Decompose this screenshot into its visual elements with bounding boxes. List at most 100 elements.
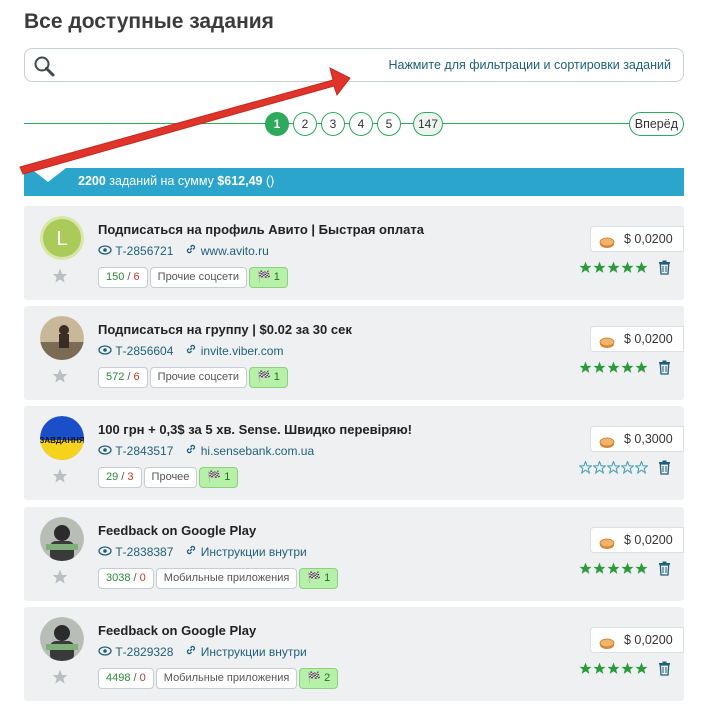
rating-star-icon [593, 562, 606, 580]
page-title: Все доступные задания [24, 10, 274, 33]
task-id: Т-2843517 [115, 443, 174, 458]
done-count: 572 [106, 371, 125, 383]
task-title[interactable]: Подписаться на группу | $0.02 за 30 сек [98, 322, 352, 337]
rating-star-icon [621, 261, 634, 279]
favorite-star-icon[interactable] [52, 268, 68, 289]
flag-count: 1 [324, 572, 331, 584]
rating-star-icon [592, 459, 607, 479]
filter-search-bar[interactable]: Нажмите для фильтрации и сортировки зада… [24, 48, 684, 82]
rating-star-icon [593, 361, 606, 379]
checkered-flag-icon: 🏁 [207, 471, 222, 483]
category-tag[interactable]: Прочие соцсети [149, 267, 247, 288]
task-card[interactable]: Feedback on Google Play Т-2829328 Инстру… [24, 607, 684, 701]
category-tag[interactable]: Мобильные приложения [155, 568, 298, 589]
trash-icon[interactable] [658, 561, 671, 581]
link-icon [185, 644, 197, 659]
search-icon [33, 55, 55, 82]
task-meta: Т-2838387 Инструкции внутри [98, 544, 307, 559]
task-link[interactable]: hi.sensebank.com.ua [201, 444, 314, 458]
summary-amount: $612,49 [217, 174, 263, 188]
flag-tag: 🏁 1 [299, 568, 339, 589]
category-tag[interactable]: Мобильные приложения [155, 668, 298, 689]
category-tag[interactable]: Прочее [143, 467, 198, 488]
favorite-star-icon[interactable] [52, 569, 68, 590]
page-last-button[interactable]: 147 [413, 112, 444, 136]
task-card[interactable]: Feedback on Google Play Т-2838387 Инстру… [24, 507, 684, 601]
avatar: ЗАВДАННЯ [40, 416, 84, 460]
checkered-flag-icon: 🏁 [256, 271, 271, 283]
rejected-count: 0 [139, 572, 146, 584]
task-title[interactable]: Feedback on Google Play [98, 623, 256, 638]
done-count: 29 [106, 471, 119, 483]
eye-icon [98, 444, 112, 458]
rating-star-icon [621, 361, 634, 379]
favorite-star-icon[interactable] [52, 669, 68, 690]
flag-tag: 🏁 1 [248, 367, 288, 388]
next-page-button[interactable]: Вперёд [628, 112, 684, 136]
task-card[interactable]: ЗАВДАННЯ 100 грн + 0,3$ за 5 хв. Sense. Ш… [24, 406, 684, 500]
checkered-flag-icon: 🏁 [256, 371, 271, 383]
stats-tag: 4498 / 0 [98, 668, 154, 689]
rating-star-icon [578, 459, 593, 479]
rating-star-icon [621, 662, 634, 680]
rejected-count: 6 [133, 371, 140, 383]
price-badge: $ 0,0200 [590, 527, 684, 553]
coin-icon [599, 433, 615, 457]
task-tags: 150 / 6 Прочие соцсети 🏁 1 [98, 267, 290, 289]
link-icon [185, 443, 197, 458]
task-link[interactable]: Инструкции внутри [201, 545, 307, 559]
rating-star-icon [635, 562, 648, 580]
rating-star-icon [593, 662, 606, 680]
stats-tag: 29 / 3 [98, 467, 142, 488]
rejected-count: 6 [133, 271, 140, 283]
trash-icon[interactable] [658, 460, 671, 480]
price-badge: $ 0,0200 [590, 226, 684, 252]
task-link[interactable]: invite.viber.com [201, 344, 284, 358]
task-id: Т-2829328 [115, 644, 174, 659]
favorite-star-icon[interactable] [52, 368, 68, 389]
trash-icon[interactable] [658, 360, 671, 380]
page-2-button[interactable]: 2 [293, 112, 317, 136]
eye-icon [98, 244, 112, 258]
page-4-button[interactable]: 4 [349, 112, 373, 136]
task-rating [578, 662, 648, 676]
summary-count: 2200 [78, 174, 106, 188]
rating-star-icon [579, 562, 592, 580]
task-title[interactable]: Feedback on Google Play [98, 523, 256, 538]
done-count: 4498 [106, 672, 131, 684]
rating-star-icon [621, 562, 634, 580]
price-badge: $ 0,3000 [590, 426, 684, 452]
page-5-button[interactable]: 5 [377, 112, 401, 136]
trash-icon[interactable] [658, 260, 671, 280]
rating-star-icon [635, 361, 648, 379]
trash-icon[interactable] [658, 661, 671, 681]
avatar-text: ЗАВДАННЯ [40, 436, 84, 445]
summary-bar: 2200 заданий на сумму $612,49 () [24, 168, 684, 196]
category-tag[interactable]: Прочие соцсети [149, 367, 247, 388]
task-id: Т-2838387 [115, 544, 174, 559]
task-title[interactable]: Подписаться на профиль Авито | Быстрая о… [98, 222, 424, 237]
task-tags: 572 / 6 Прочие соцсети 🏁 1 [98, 367, 290, 389]
rating-star-icon [635, 261, 648, 279]
task-link[interactable]: www.avito.ru [201, 244, 269, 258]
rating-star-icon [607, 662, 620, 680]
task-rating [578, 261, 648, 275]
task-title[interactable]: 100 грн + 0,3$ за 5 хв. Sense. Швидко пе… [98, 422, 412, 437]
favorite-star-icon[interactable] [52, 468, 68, 489]
task-link[interactable]: Инструкции внутри [201, 645, 307, 659]
eye-icon [98, 545, 112, 559]
flag-tag: 🏁 1 [199, 467, 239, 488]
task-meta: Т-2856604 invite.viber.com [98, 343, 283, 358]
task-tags: 4498 / 0 Мобильные приложения 🏁 2 [98, 668, 340, 690]
page-1-button[interactable]: 1 [265, 112, 289, 136]
flag-count: 1 [273, 271, 280, 283]
task-card[interactable]: L Подписаться на профиль Авито | Быстрая … [24, 206, 684, 300]
task-price: $ 0,0200 [624, 533, 673, 547]
flag-count: 1 [224, 471, 231, 483]
rating-star-icon [579, 361, 592, 379]
page-3-button[interactable]: 3 [321, 112, 345, 136]
coin-icon [599, 534, 615, 558]
avatar [40, 517, 84, 561]
task-card[interactable]: Подписаться на группу | $0.02 за 30 сек … [24, 306, 684, 400]
task-id: Т-2856721 [115, 243, 174, 258]
